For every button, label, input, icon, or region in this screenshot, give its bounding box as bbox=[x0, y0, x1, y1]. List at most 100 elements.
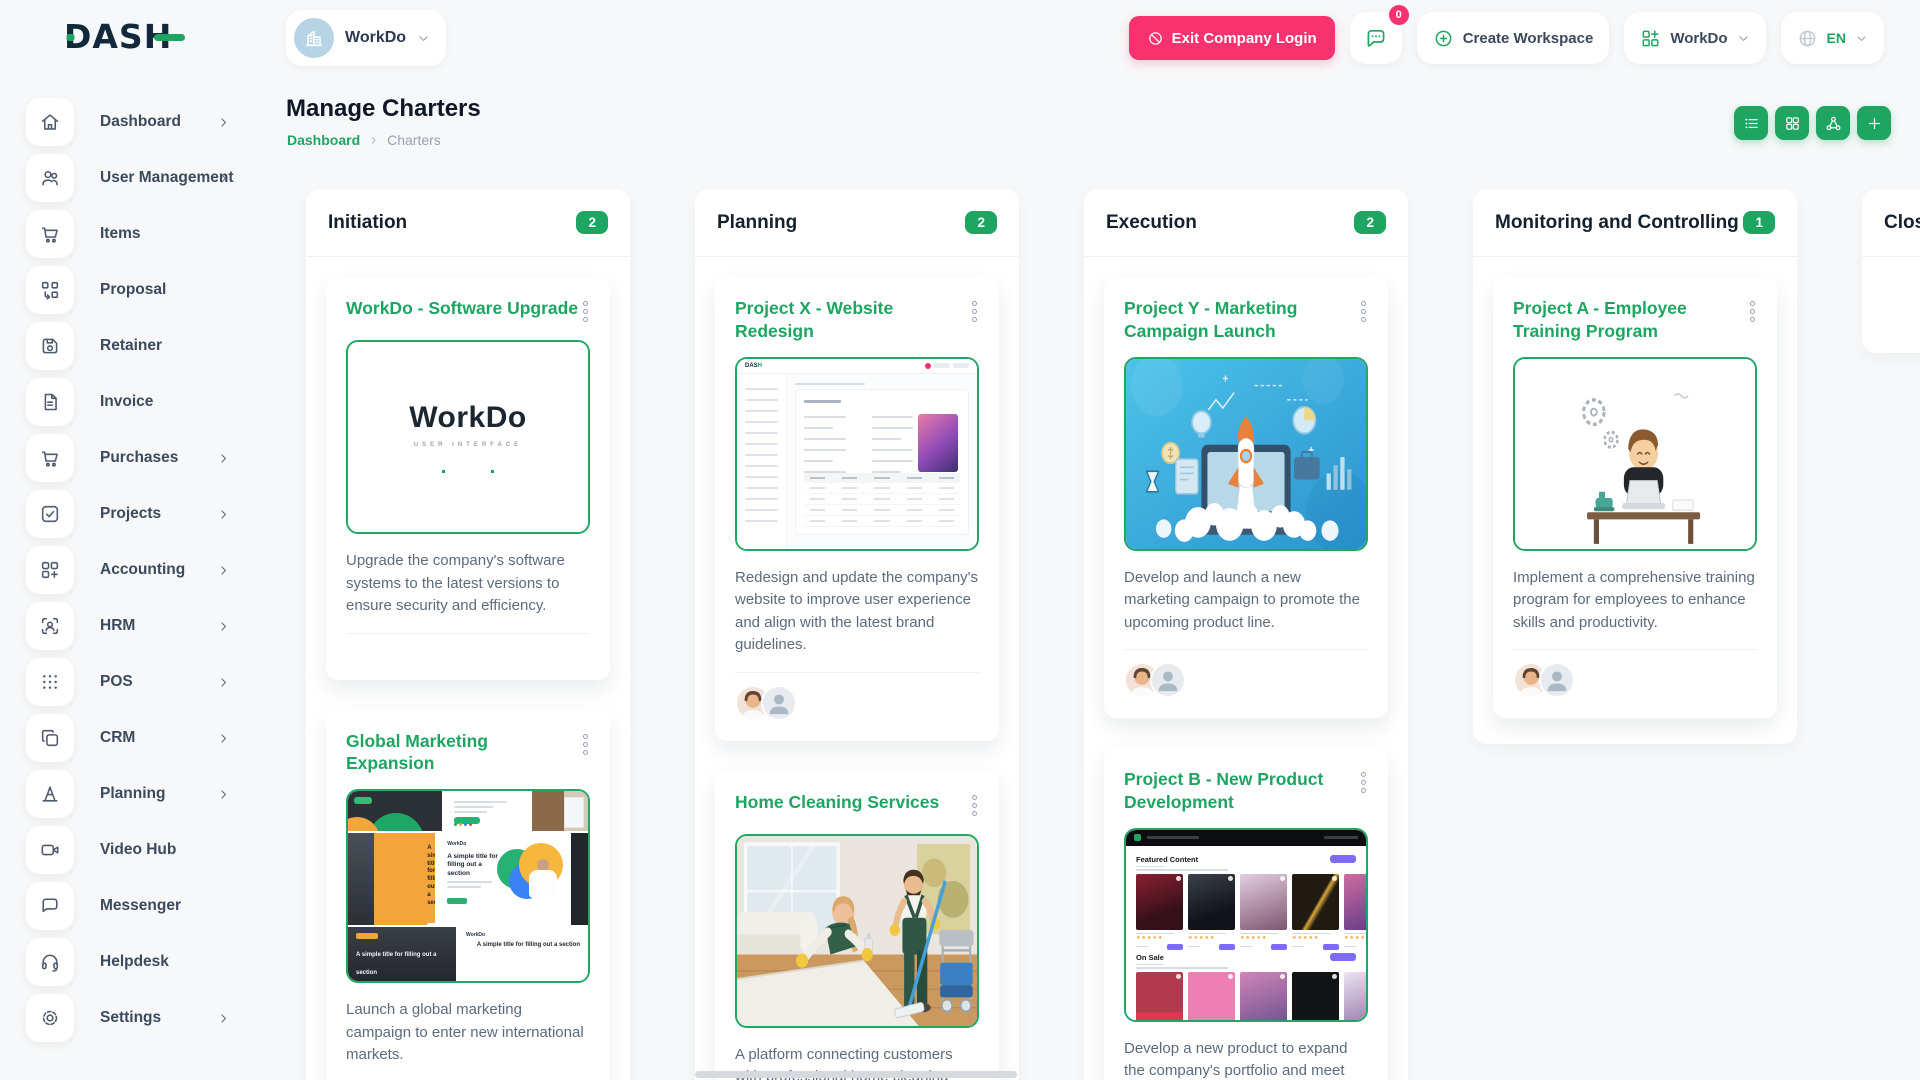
list-view-button[interactable] bbox=[1734, 106, 1768, 140]
sidebar-item-settings[interactable]: Settings bbox=[0, 990, 264, 1046]
card-divider bbox=[1124, 649, 1368, 650]
board-scrollbar[interactable] bbox=[695, 1071, 1017, 1078]
charter-title-link[interactable]: Project B - New Product Development bbox=[1124, 768, 1359, 814]
ban-icon bbox=[1147, 30, 1164, 47]
sidebar-item-purchases[interactable]: Purchases bbox=[0, 430, 264, 486]
hierarchy-icon bbox=[1825, 115, 1842, 132]
breadcrumb-current: Charters bbox=[387, 132, 441, 148]
charter-title-link[interactable]: Project Y - Marketing Campaign Launch bbox=[1124, 297, 1359, 343]
charter-card-global-marketing-expansion[interactable]: Global Marketing Expansion A simple titl… bbox=[326, 710, 610, 1080]
card-divider bbox=[346, 633, 590, 634]
app-switcher-button[interactable]: WorkDo bbox=[1624, 12, 1765, 64]
workspace-switcher[interactable]: WorkDo bbox=[286, 10, 446, 66]
charter-card-workdo-software-upgrade[interactable]: WorkDo - Software Upgrade WorkDoUSER INT… bbox=[326, 277, 610, 680]
grid-view-button[interactable] bbox=[1775, 106, 1809, 140]
card-image-marketing-collage: A simple title for filling out a section… bbox=[346, 789, 590, 983]
home-icon bbox=[26, 98, 74, 146]
sidebar-item-items[interactable]: Items bbox=[0, 206, 264, 262]
sidebar-item-hrm[interactable]: HRM bbox=[0, 598, 264, 654]
messenger-button[interactable]: 0 bbox=[1350, 12, 1402, 64]
sidebar-item-projects[interactable]: Projects bbox=[0, 486, 264, 542]
board-view-actions bbox=[1734, 106, 1891, 140]
sidebar-item-user-management[interactable]: User Management bbox=[0, 150, 264, 206]
sidebar-item-video-hub[interactable]: Video Hub bbox=[0, 822, 264, 878]
sidebar-item-label: HRM bbox=[100, 617, 135, 635]
workspace-name: WorkDo bbox=[345, 29, 406, 47]
sidebar-item-dashboard[interactable]: Dashboard bbox=[0, 94, 264, 150]
chevron-right-icon bbox=[217, 452, 230, 465]
card-header: Home Cleaning Services bbox=[735, 791, 979, 820]
sidebar-item-label: Purchases bbox=[100, 449, 178, 467]
exit-company-login-label: Exit Company Login bbox=[1172, 30, 1317, 47]
kanban-column-execution: Execution 2 Project Y - Marketing Campai… bbox=[1084, 189, 1408, 1080]
grid-plus-icon bbox=[26, 546, 74, 594]
column-title: Planning bbox=[717, 212, 797, 234]
user-scan-icon bbox=[26, 602, 74, 650]
headset-icon bbox=[26, 938, 74, 986]
card-header: Project X - Website Redesign bbox=[735, 297, 979, 343]
breadcrumb: Dashboard Charters bbox=[287, 132, 441, 148]
workspace-avatar bbox=[294, 18, 334, 58]
add-charter-button[interactable] bbox=[1857, 106, 1891, 140]
card-image-dashboard-screenshot: DASH bbox=[735, 357, 979, 551]
users-icon bbox=[26, 154, 74, 202]
column-body: Project Y - Marketing Campaign Launch De bbox=[1084, 257, 1408, 1080]
charter-description: Develop and launch a new marketing campa… bbox=[1124, 567, 1368, 635]
sidebar-item-accounting[interactable]: Accounting bbox=[0, 542, 264, 598]
card-options-menu[interactable] bbox=[1748, 297, 1757, 326]
member-avatars bbox=[735, 685, 979, 721]
charter-title-link[interactable]: Project A - Employee Training Program bbox=[1513, 297, 1748, 343]
sidebar-item-messenger[interactable]: Messenger bbox=[0, 878, 264, 934]
charter-card-home-cleaning-services[interactable]: Home Cleaning Services bbox=[715, 771, 999, 1080]
grid-dots-icon bbox=[26, 658, 74, 706]
plus-circle-icon bbox=[1433, 28, 1454, 49]
card-divider bbox=[1513, 649, 1757, 650]
sidebar-item-planning[interactable]: Planning bbox=[0, 766, 264, 822]
video-icon bbox=[26, 826, 74, 874]
sidebar-item-label: CRM bbox=[100, 729, 135, 747]
sidebar-item-retainer[interactable]: Retainer bbox=[0, 318, 264, 374]
language-switcher[interactable]: EN bbox=[1781, 12, 1884, 64]
sidebar-item-label: Video Hub bbox=[100, 841, 176, 859]
card-options-menu[interactable] bbox=[581, 297, 590, 326]
card-options-menu[interactable] bbox=[1359, 768, 1368, 797]
sidebar-item-proposal[interactable]: Proposal bbox=[0, 262, 264, 318]
charter-title-link[interactable]: Project X - Website Redesign bbox=[735, 297, 970, 343]
charter-title-link[interactable]: WorkDo - Software Upgrade bbox=[346, 297, 578, 320]
message-icon bbox=[26, 882, 74, 930]
charter-card-project-b-new-product-development[interactable]: Project B - New Product Development Feat… bbox=[1104, 748, 1388, 1080]
chevron-down-icon bbox=[417, 32, 430, 45]
exit-company-login-button[interactable]: Exit Company Login bbox=[1129, 16, 1335, 60]
gear-icon bbox=[26, 994, 74, 1042]
invoice-icon bbox=[26, 378, 74, 426]
chat-icon bbox=[1364, 26, 1388, 50]
breadcrumb-dashboard-link[interactable]: Dashboard bbox=[287, 132, 360, 148]
member-avatar-placeholder bbox=[761, 685, 797, 721]
sidebar-item-label: Accounting bbox=[100, 561, 185, 579]
sidebar-item-crm[interactable]: CRM bbox=[0, 710, 264, 766]
card-options-menu[interactable] bbox=[970, 297, 979, 326]
sidebar-item-helpdesk[interactable]: Helpdesk bbox=[0, 934, 264, 990]
chevron-right-icon bbox=[217, 172, 230, 185]
charter-description: Redesign and update the company's websit… bbox=[735, 567, 979, 657]
hierarchy-view-button[interactable] bbox=[1816, 106, 1850, 140]
column-header: Execution 2 bbox=[1084, 189, 1408, 257]
card-options-menu[interactable] bbox=[581, 730, 590, 759]
charter-description: Develop a new product to expand the comp… bbox=[1124, 1038, 1368, 1080]
sidebar-item-invoice[interactable]: Invoice bbox=[0, 374, 264, 430]
column-body: Project X - Website Redesign DASH Redesi… bbox=[695, 257, 1019, 1080]
card-options-menu[interactable] bbox=[1359, 297, 1368, 326]
card-options-menu[interactable] bbox=[970, 791, 979, 820]
sidebar-item-pos[interactable]: POS bbox=[0, 654, 264, 710]
dash-logo[interactable]: DASH bbox=[64, 16, 186, 63]
column-title: Monitoring and Controlling bbox=[1495, 212, 1739, 234]
globe-icon bbox=[1797, 28, 1818, 49]
charter-card-project-a-employee-training-program[interactable]: Project A - Employee Training Program Im… bbox=[1493, 277, 1777, 718]
charter-card-project-y-marketing-campaign-launch[interactable]: Project Y - Marketing Campaign Launch De bbox=[1104, 277, 1388, 718]
language-label: EN bbox=[1827, 30, 1846, 46]
charter-card-project-x-website-redesign[interactable]: Project X - Website Redesign DASH Redesi… bbox=[715, 277, 999, 741]
charter-title-link[interactable]: Global Marketing Expansion bbox=[346, 730, 581, 776]
charter-title-link[interactable]: Home Cleaning Services bbox=[735, 791, 939, 814]
chevron-right-icon bbox=[217, 676, 230, 689]
create-workspace-button[interactable]: Create Workspace bbox=[1417, 12, 1610, 64]
